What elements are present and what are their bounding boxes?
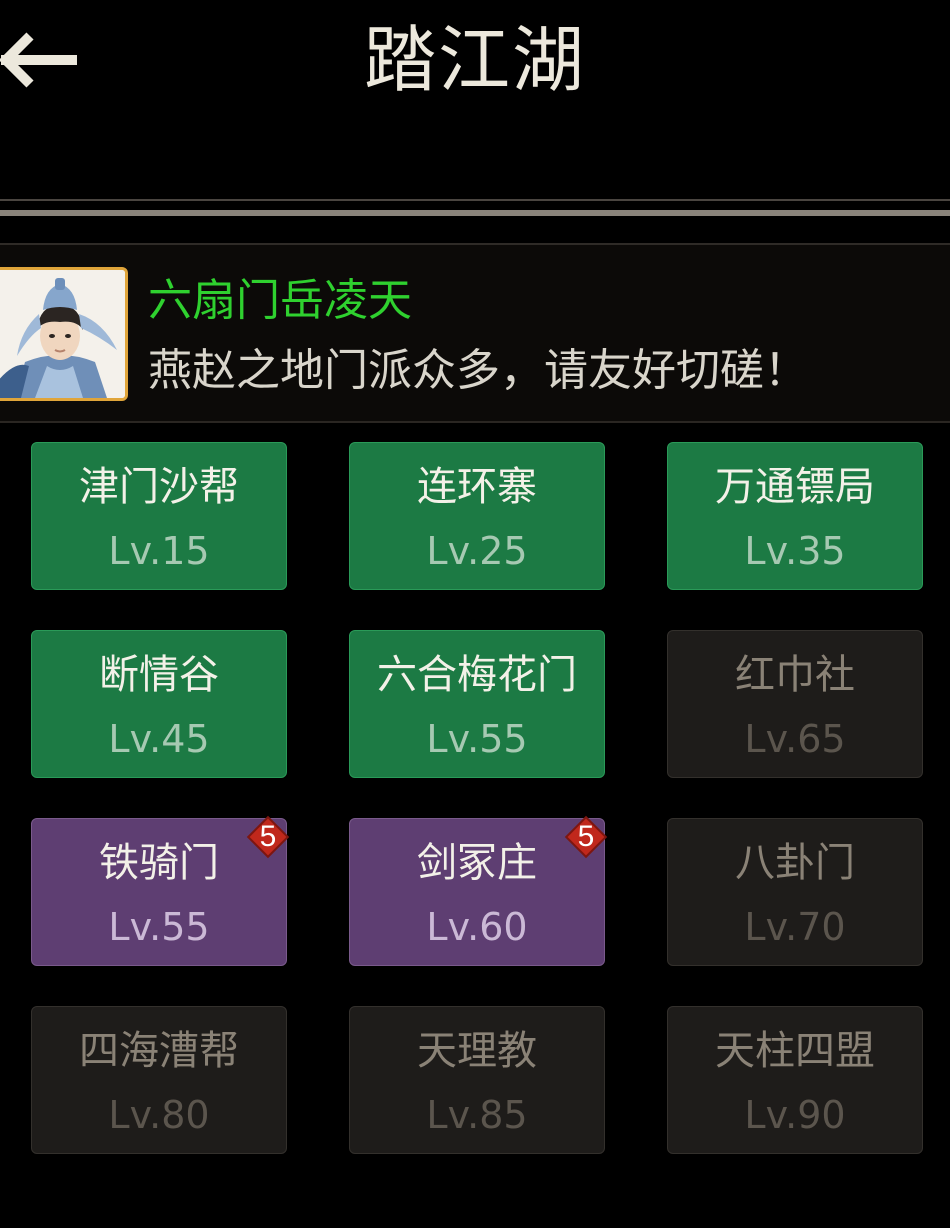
sect-level: Lv.70 [744,905,846,949]
sect-level: Lv.55 [426,717,528,761]
sect-name: 天理教 [417,1028,537,1074]
sect-name: 六合梅花门 [377,652,577,698]
sect-card[interactable]: 天柱四盟 Lv.90 [667,1006,923,1154]
sect-name: 万通镖局 [715,464,875,510]
sect-name: 天柱四盟 [715,1028,875,1074]
sect-level: Lv.35 [744,529,846,573]
sect-level: Lv.80 [108,1093,210,1137]
sect-name: 连环寨 [417,464,537,510]
sect-card[interactable]: 四海漕帮 Lv.80 [31,1006,287,1154]
sect-card[interactable]: 连环寨 Lv.25 [349,442,605,590]
sect-level: Lv.65 [744,717,846,761]
badge-count: 5 [259,820,277,853]
sect-card[interactable]: 铁骑门 Lv.55 5 [31,815,290,966]
sect-name: 红巾社 [735,652,855,698]
sect-card[interactable]: 剑冢庄 Lv.60 5 [349,815,608,966]
sect-grid: 津门沙帮 Lv.15 连环寨 Lv.25 万通镖局 Lv.35 断情谷 Lv.4… [0,0,950,1228]
sect-card[interactable]: 断情谷 Lv.45 [31,630,287,778]
sect-card[interactable]: 津门沙帮 Lv.15 [31,442,287,590]
sect-level: Lv.60 [426,905,528,949]
sect-card[interactable]: 万通镖局 Lv.35 [667,442,923,590]
sect-card[interactable]: 红巾社 Lv.65 [667,630,923,778]
sect-level: Lv.55 [108,905,210,949]
sect-level: Lv.45 [108,717,210,761]
sect-card[interactable]: 六合梅花门 Lv.55 [349,630,605,778]
sect-card[interactable]: 天理教 Lv.85 [349,1006,605,1154]
sect-level: Lv.25 [426,529,528,573]
sect-name: 八卦门 [735,840,855,886]
notification-badge: 5 [564,815,608,859]
sect-name: 四海漕帮 [79,1028,239,1074]
sect-level: Lv.90 [744,1093,846,1137]
sect-name: 断情谷 [99,652,219,698]
sect-level: Lv.15 [108,529,210,573]
badge-count: 5 [577,820,595,853]
sect-name: 津门沙帮 [79,464,239,510]
sect-level: Lv.85 [426,1093,528,1137]
notification-badge: 5 [246,815,290,859]
sect-card[interactable]: 八卦门 Lv.70 [667,818,923,966]
